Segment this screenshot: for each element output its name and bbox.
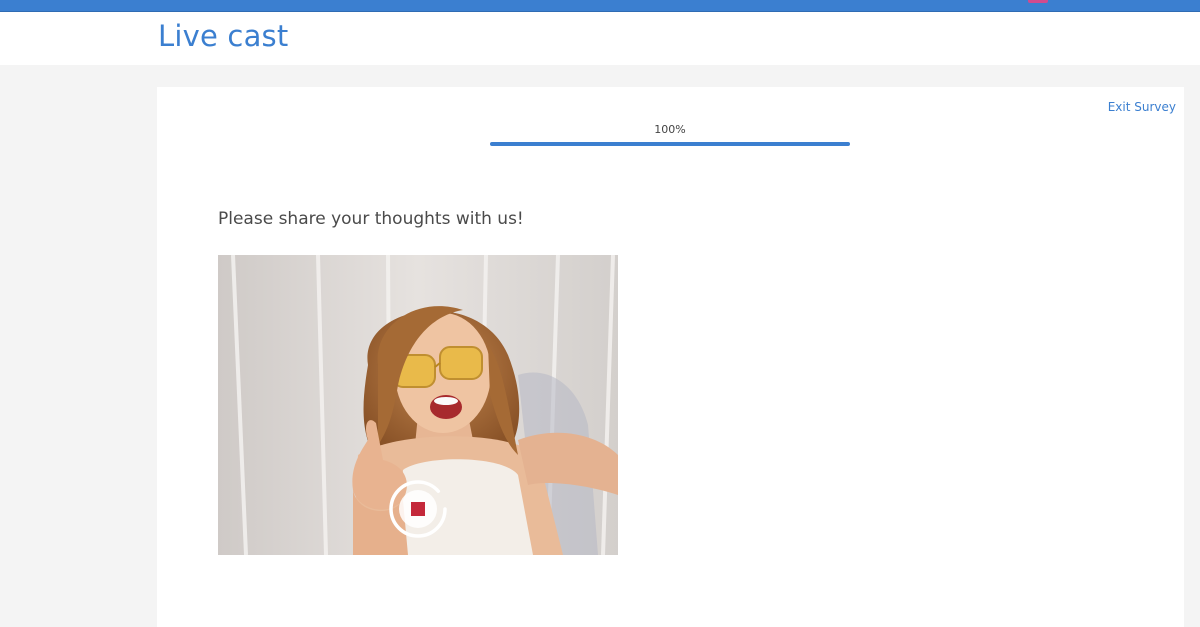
top-bar <box>0 0 1200 12</box>
progress-track <box>490 142 850 146</box>
survey-card: Exit Survey 100% Please share your thoug… <box>157 87 1184 627</box>
app-header: Live cast <box>0 12 1200 65</box>
progress-fill <box>490 142 850 146</box>
stop-recording-button[interactable] <box>388 479 448 539</box>
exit-survey-link[interactable]: Exit Survey <box>1108 100 1176 114</box>
question-text: Please share your thoughts with us! <box>218 209 524 229</box>
progress-label: 100% <box>654 123 686 136</box>
video-preview <box>218 255 618 555</box>
tab-indicator <box>1028 0 1048 3</box>
page-title: Live cast <box>158 19 289 53</box>
stop-icon <box>411 502 425 516</box>
progress-section: 100% <box>490 123 850 146</box>
